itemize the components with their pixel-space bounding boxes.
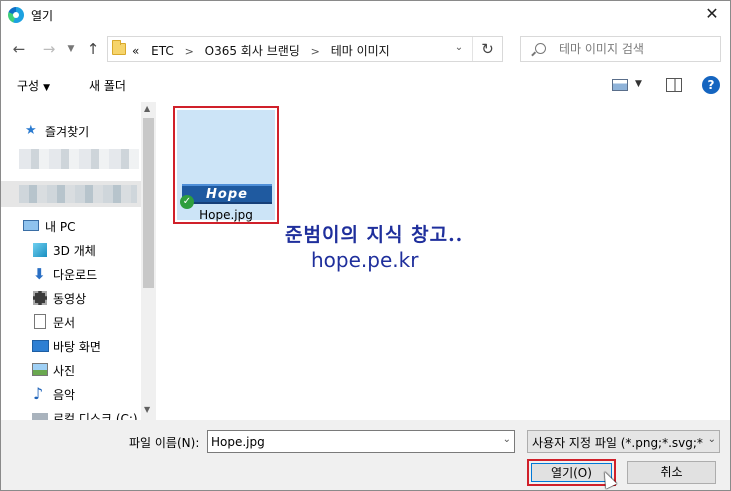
organize-button[interactable]: 구성 ▼	[17, 77, 50, 94]
navigation-pane: ★ 즐겨찾기 내 PC 3D 개체 ⬇ 다운로드 동영상 문서 바탕 화면 사진…	[1, 102, 156, 420]
download-arrow-icon: ⬇	[33, 265, 46, 283]
breadcrumb-item-etc[interactable]: ETC	[151, 44, 174, 58]
address-bar[interactable]: « ETC > O365 회사 브랜딩 > 테마 이미지 ⌄ ↻	[107, 36, 503, 62]
command-toolbar: 구성 ▼ 새 폴더 ▼ ?	[1, 71, 730, 101]
sidebar-item-downloads[interactable]: ⬇ 다운로드	[1, 263, 141, 285]
open-file-dialog: 열기 ✕ ← → ▼ ↑ « ETC > O365 회사 브랜딩 > 테마 이미…	[0, 0, 731, 491]
organize-label: 구성	[17, 79, 40, 93]
help-icon[interactable]: ?	[702, 76, 720, 94]
sidebar-item-label: 다운로드	[53, 268, 98, 282]
navigation-bar: ← → ▼ ↑ « ETC > O365 회사 브랜딩 > 테마 이미지 ⌄ ↻	[1, 31, 730, 67]
computer-icon	[23, 220, 39, 231]
recent-locations-button[interactable]: ▼	[65, 39, 77, 59]
drive-icon	[32, 413, 48, 420]
blurred-item	[19, 149, 139, 169]
search-box[interactable]	[520, 36, 721, 62]
window-title: 열기	[31, 9, 54, 23]
sidebar-item-label: 문서	[53, 316, 76, 330]
thumbnail-logo-text: Hope	[206, 187, 248, 202]
watermark-url: hope.pe.kr	[311, 248, 419, 272]
sidebar-item-videos[interactable]: 동영상	[1, 287, 141, 309]
file-type-value: 사용자 지정 파일 (*.png;*.svg;*	[532, 436, 703, 450]
sidebar-item-pictures[interactable]: 사진	[1, 359, 141, 381]
filename-combobox[interactable]: ⌄	[207, 430, 515, 453]
sidebar-item-documents[interactable]: 문서	[1, 311, 141, 333]
sidebar-item-label: 로컬 디스크 (C:)	[53, 412, 138, 420]
view-options-caret-icon[interactable]: ▼	[635, 79, 642, 89]
sidebar-item-favorites[interactable]: ★ 즐겨찾기	[1, 120, 141, 142]
caret-down-icon: ▼	[43, 83, 51, 93]
sidebar-item-desktop[interactable]: 바탕 화면	[1, 335, 141, 357]
sidebar-item-label: 음악	[53, 388, 76, 402]
star-icon: ★	[25, 123, 37, 138]
blurred-item-selected	[1, 181, 141, 207]
search-icon	[535, 43, 546, 54]
cancel-button[interactable]: 취소	[627, 461, 716, 484]
chevron-down-icon[interactable]: ⌄	[503, 434, 511, 445]
file-type-filter[interactable]: 사용자 지정 파일 (*.png;*.svg;* ⌄	[527, 430, 720, 453]
breadcrumb-separator: >	[184, 45, 194, 58]
new-folder-button[interactable]: 새 폴더	[89, 77, 126, 94]
sidebar-item-label: 3D 개체	[53, 244, 96, 258]
filename-input[interactable]	[211, 434, 491, 449]
file-list: Hope ✓ Hope.jpg 준범이의 지식 창고.. hope.pe.kr	[157, 102, 730, 420]
film-icon	[33, 291, 47, 305]
chevron-down-icon: ⌄	[707, 434, 716, 445]
search-input[interactable]	[559, 41, 709, 57]
breadcrumb: « ETC > O365 회사 브랜딩 > 테마 이미지	[132, 42, 390, 59]
watermark-text: 준범이의 지식 창고..	[285, 224, 464, 246]
back-button[interactable]: ←	[9, 39, 29, 59]
address-history-dropdown[interactable]: ⌄	[452, 42, 466, 53]
sync-check-icon: ✓	[180, 195, 194, 209]
picture-icon	[32, 363, 48, 376]
dialog-footer: 파일 이름(N): ⌄ 사용자 지정 파일 (*.png;*.svg;* ⌄ 열…	[1, 420, 730, 490]
preview-pane-icon[interactable]	[666, 78, 682, 92]
sidebar-item-label: 바탕 화면	[53, 340, 101, 354]
breadcrumb-item-theme-images[interactable]: 테마 이미지	[331, 44, 390, 58]
scrollbar-thumb[interactable]	[143, 118, 154, 288]
sidebar-item-label: 즐겨찾기	[45, 125, 90, 139]
breadcrumb-separator: >	[310, 45, 320, 58]
change-view-icon[interactable]	[612, 79, 628, 91]
file-item-hope-jpg[interactable]: Hope ✓ Hope.jpg	[173, 106, 279, 224]
breadcrumb-overflow[interactable]: «	[132, 44, 139, 58]
scroll-up-icon[interactable]: ▲	[144, 104, 150, 113]
close-button[interactable]: ✕	[694, 1, 730, 29]
desktop-icon	[32, 340, 49, 352]
sidebar-item-3d-objects[interactable]: 3D 개체	[1, 239, 141, 261]
sidebar-item-this-pc[interactable]: 내 PC	[1, 215, 141, 237]
file-name-label: Hope.jpg	[199, 208, 253, 222]
open-button-label: 열기(O)	[531, 463, 612, 482]
sidebar-item-label: 동영상	[53, 292, 87, 306]
breadcrumb-item-o365-branding[interactable]: O365 회사 브랜딩	[205, 44, 300, 58]
edge-app-icon	[8, 7, 24, 23]
navigation-pane-scrollbar[interactable]: ▲ ▼	[141, 102, 156, 420]
sidebar-item-local-disk[interactable]: 로컬 디스크 (C:)	[1, 407, 141, 420]
cube-icon	[33, 243, 47, 257]
filename-label: 파일 이름(N):	[129, 436, 200, 450]
file-selection-highlight: Hope ✓ Hope.jpg	[177, 110, 275, 222]
up-button[interactable]: ↑	[83, 39, 103, 59]
refresh-button[interactable]: ↻	[472, 37, 502, 61]
sidebar-item-music[interactable]: ♪ 음악	[1, 383, 141, 405]
forward-button[interactable]: →	[39, 39, 59, 59]
folder-icon	[112, 40, 126, 55]
sidebar-item-label: 사진	[53, 364, 76, 378]
file-thumbnail: Hope	[182, 184, 272, 204]
title-bar: 열기 ✕	[1, 1, 730, 31]
scroll-down-icon[interactable]: ▼	[144, 405, 150, 414]
document-icon	[34, 314, 46, 329]
music-note-icon: ♪	[33, 384, 44, 403]
sidebar-item-label: 내 PC	[45, 220, 76, 234]
